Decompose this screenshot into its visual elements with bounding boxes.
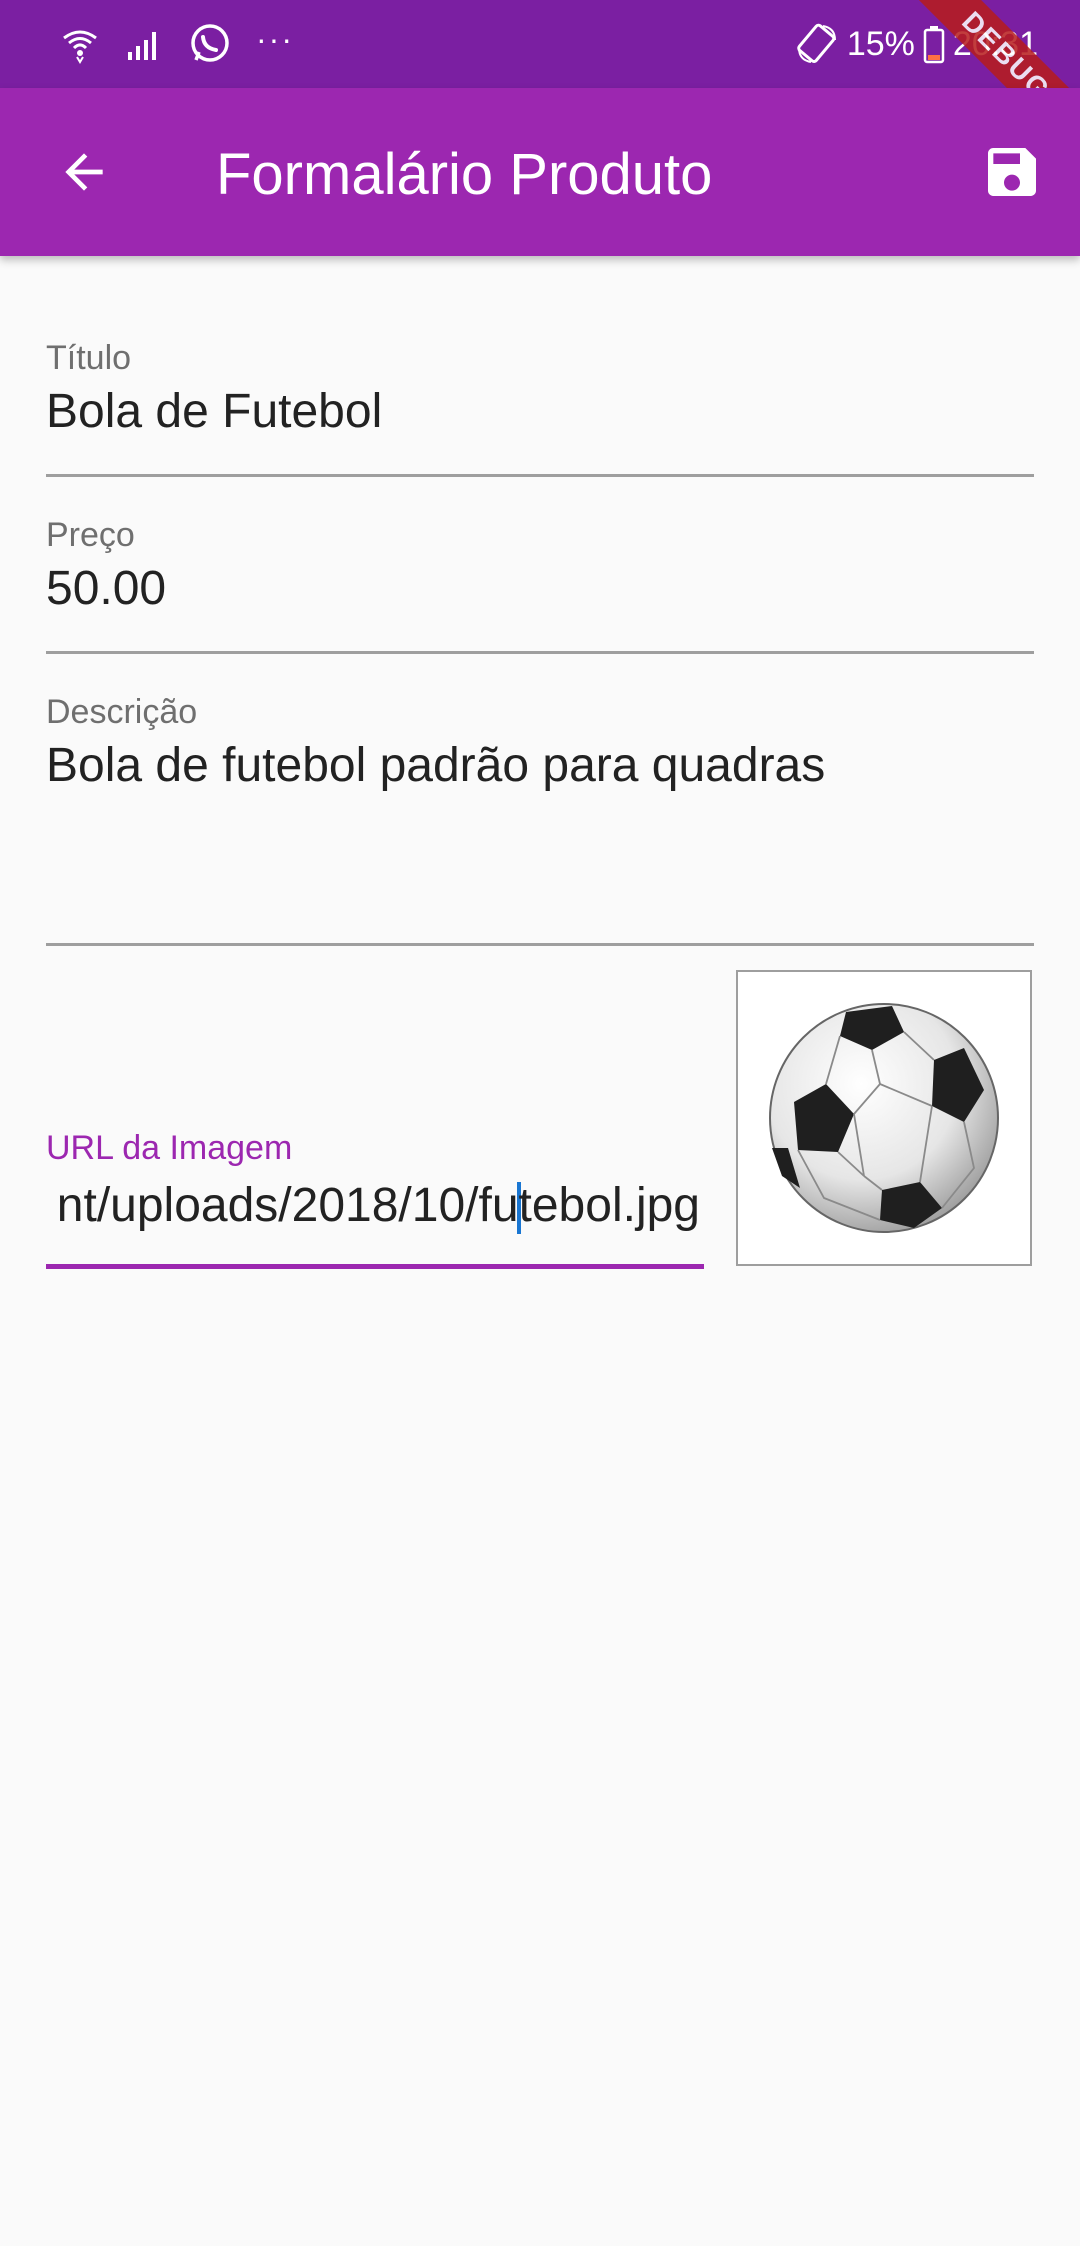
image-url-text-before-cursor: nt/uploads/2018/10/fu bbox=[56, 1179, 519, 1232]
back-button[interactable] bbox=[44, 132, 124, 212]
soccer-ball-image bbox=[769, 1003, 999, 1233]
title-field[interactable]: Título Bola de Futebol bbox=[46, 338, 1034, 478]
more-notifications-indicator: ··· bbox=[256, 21, 294, 57]
price-field-underline bbox=[46, 651, 1034, 654]
wifi-icon bbox=[60, 24, 100, 64]
image-url-text-after-cursor: tebol.jpg bbox=[518, 1179, 700, 1232]
description-field-label: Descrição bbox=[46, 693, 198, 731]
battery-icon bbox=[923, 24, 945, 64]
arrow-back-icon bbox=[65, 153, 103, 191]
rotate-icon bbox=[795, 22, 839, 66]
description-field-underline bbox=[46, 943, 1034, 946]
whatsapp-icon bbox=[188, 22, 232, 66]
save-button[interactable] bbox=[972, 132, 1052, 212]
save-icon bbox=[988, 148, 1036, 196]
image-url-input[interactable]: nt/uploads/2018/10/futebol.jpg bbox=[46, 1176, 704, 1236]
image-url-field-underline bbox=[46, 1264, 704, 1269]
status-left-icons: ··· bbox=[60, 20, 294, 68]
battery-percent: 15% bbox=[846, 24, 915, 63]
title-field-value[interactable]: Bola de Futebol bbox=[46, 382, 1034, 442]
title-field-label: Título bbox=[46, 339, 132, 377]
signal-icon bbox=[124, 24, 164, 64]
image-url-field[interactable]: URL da Imagem nt/uploads/2018/10/futebol… bbox=[46, 1128, 704, 1269]
app-bar: Formalário Produto bbox=[0, 88, 1080, 256]
page-title: Formalário Produto bbox=[216, 142, 713, 207]
price-field-label: Preço bbox=[46, 516, 135, 554]
image-url-value[interactable]: nt/uploads/2018/10/futebol.jpg bbox=[57, 1176, 700, 1236]
description-field-value[interactable]: Bola de futebol padrão para quadras bbox=[46, 736, 1034, 796]
title-field-underline bbox=[46, 474, 1034, 477]
status-bar: ··· 15% 20:31 DEBUG bbox=[0, 0, 1080, 164]
image-preview bbox=[736, 970, 1032, 1266]
image-url-field-label: URL da Imagem bbox=[46, 1129, 293, 1167]
price-field-value[interactable]: 50.00 bbox=[46, 559, 1034, 619]
description-field[interactable]: Descrição Bola de futebol padrão para qu… bbox=[46, 692, 1034, 948]
price-field[interactable]: Preço 50.00 bbox=[46, 515, 1034, 655]
